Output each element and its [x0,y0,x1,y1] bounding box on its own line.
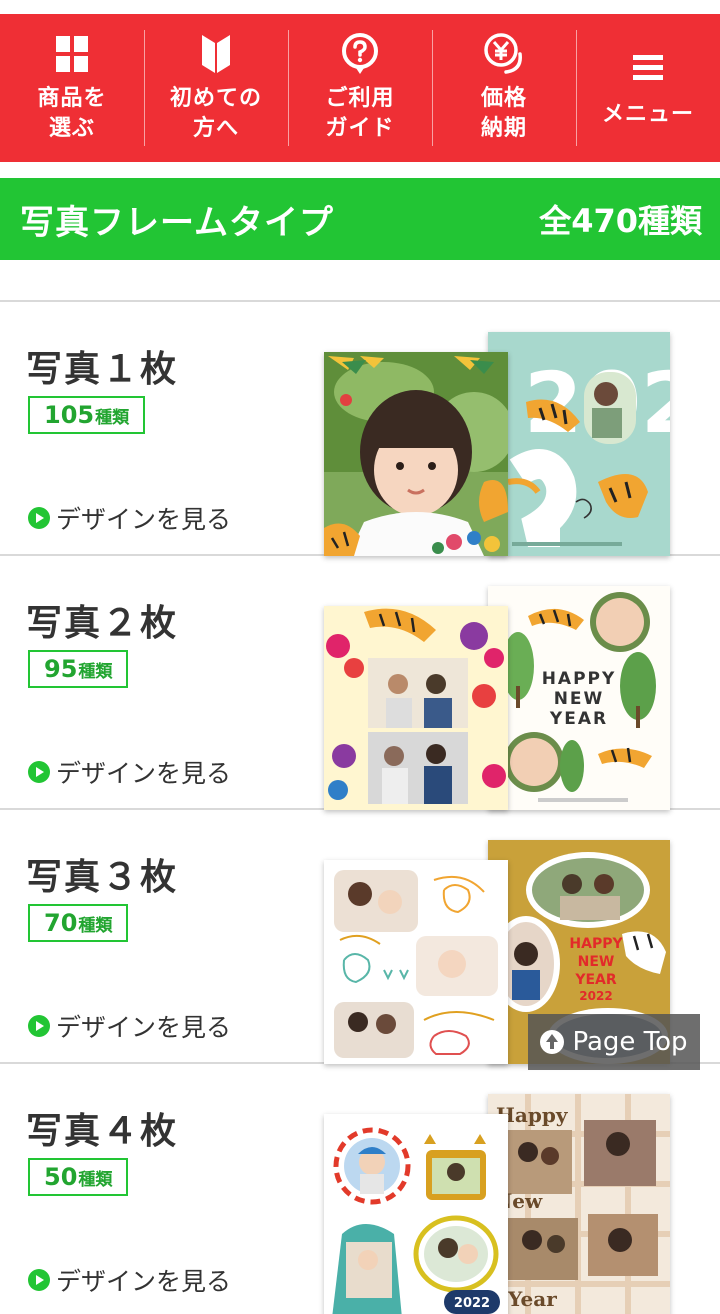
card-year-text: Year [507,1287,557,1311]
beginner-mark-icon [194,32,238,76]
status-bar [0,0,720,14]
view-designs-label: デザインを見る [56,1267,232,1296]
card-thumbnail-back[interactable]: 2022 [488,332,670,556]
view-designs-label: デザインを見る [56,759,232,788]
card-year-text: YEAR [549,709,608,729]
category-title: 写真フレームタイプ [20,202,334,243]
view-designs-link[interactable]: デザインを見る [28,754,231,790]
view-designs-link[interactable]: デザインを見る [28,500,231,536]
card-happy-text: HAPPY [569,936,623,952]
card-thumbnail-back[interactable]: Happy New Year [488,1094,670,1314]
nav-price[interactable]: 価格 納期 [432,14,576,162]
design-count: 95 [44,655,78,683]
design-count: 70 [44,909,78,937]
nav-guide-label: ご利用 ガイド [325,86,395,141]
hamburger-icon [626,46,670,90]
card-thumbnail-front[interactable] [324,352,508,556]
design-count-badge: 70 種類 [28,904,129,942]
design-count-unit: 種類 [78,915,113,936]
play-arrow-icon [28,1269,50,1291]
card-thumbnail-front[interactable] [324,606,508,810]
view-designs-label: デザインを見る [56,505,232,534]
view-designs-link[interactable]: デザインを見る [28,1262,231,1298]
play-arrow-icon [28,507,50,529]
page-top-button[interactable]: Page Top [528,1014,700,1070]
category-banner: 写真フレームタイプ 全470種類 [0,178,720,260]
yen-clock-icon [482,32,526,76]
card-thumbnail-front[interactable]: 2022 [324,1114,508,1314]
row-title: 写真３枚 [26,857,179,898]
design-count: 105 [44,401,95,429]
play-arrow-icon [28,761,50,783]
arrow-up-circle-icon [540,1030,565,1054]
view-designs-link[interactable]: デザインを見る [28,1008,231,1044]
nav-guide[interactable]: ご利用 ガイド [288,14,432,162]
design-count-badge: 50 種類 [28,1158,129,1196]
page-top-label: Page Top [572,1027,688,1057]
card-year-number: 2022 [579,989,612,1003]
design-count-unit: 種類 [78,1169,113,1190]
nav-menu-label: メニュー [601,102,694,127]
row-title: 写真２枚 [26,603,179,644]
product-row-4-photos[interactable]: 写真４枚 50 種類 デザインを見る Happy New Year 2022 [0,1064,720,1314]
play-arrow-icon [28,1015,50,1037]
product-row-2-photos[interactable]: 写真２枚 95 種類 デザインを見る HAPPY NEW YEAR [0,556,720,810]
card-happy-text: HAPPY [542,669,617,689]
question-bubble-icon [338,32,382,76]
card-new-text: NEW [578,954,615,970]
product-row-1-photo[interactable]: 写真１枚 105種類 デザインを見る 2022 [0,302,720,556]
design-count-unit: 種類 [78,661,113,682]
design-count-unit: 種類 [95,407,130,428]
nav-products-label: 商品を 選ぶ [37,86,107,141]
card-thumbnail-front[interactable] [324,860,508,1064]
card-year-text: YEAR [574,972,617,988]
top-nav: 商品を 選ぶ 初めての 方へ ご利用 ガイド 価格 納期 メニュー [0,14,720,162]
nav-products[interactable]: 商品を 選ぶ [0,14,144,162]
category-total-count: 全470種類 [539,202,702,240]
row-title: 写真４枚 [26,1111,179,1152]
nav-beginners[interactable]: 初めての 方へ [144,14,288,162]
row-title: 写真１枚 [26,349,179,390]
nav-beginners-label: 初めての 方へ [169,86,262,141]
nav-price-label: 価格 納期 [480,86,527,141]
view-designs-label: デザインを見る [56,1013,232,1042]
design-count-badge: 95 種類 [28,650,129,688]
design-count: 50 [44,1163,78,1191]
nav-menu[interactable]: メニュー [576,14,720,162]
card-new-text: NEW [554,689,605,709]
design-count-badge: 105 種類 [28,396,146,434]
card-year-number: 2022 [454,1296,490,1311]
grid-icon [50,32,94,76]
card-thumbnail-back[interactable]: HAPPY NEW YEAR [488,586,670,810]
